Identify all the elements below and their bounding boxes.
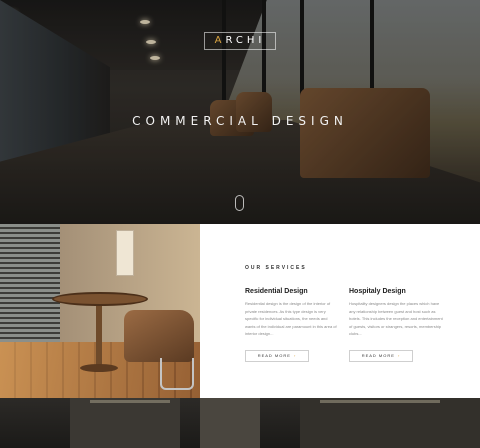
- chevron-right-icon: ›: [397, 353, 401, 358]
- hero-title: COMMERCIAL DESIGN: [132, 114, 348, 128]
- photo-table-top: [52, 292, 148, 306]
- mouse-scroll-icon[interactable]: [235, 195, 244, 211]
- site-logo[interactable]: ARCHI: [204, 32, 276, 50]
- service-description: Hospitality designers design the places …: [349, 301, 443, 336]
- photo-table-stem: [96, 306, 102, 366]
- services-section: OUR SERVICES Residential Design Resident…: [200, 224, 480, 398]
- preview-panel: [200, 398, 260, 448]
- service-card-residential: Residential Design Residential design is…: [245, 288, 339, 362]
- photo-artwork: [116, 230, 134, 276]
- photo-chair-frame: [160, 358, 194, 390]
- service-title: Residential Design: [245, 288, 308, 295]
- preview-panel: [300, 398, 480, 448]
- read-more-label: READ MORE: [257, 353, 291, 358]
- logo-accent-letter: A: [214, 35, 226, 46]
- photo-table-base: [80, 364, 118, 372]
- read-more-button[interactable]: READ MORE ›: [349, 350, 413, 362]
- read-more-label: READ MORE: [361, 353, 395, 358]
- service-card-hospitality: Hospitaly Design Hospitality designers d…: [349, 288, 443, 362]
- preview-light: [320, 400, 440, 403]
- preview-light: [90, 400, 170, 403]
- photo-blinds: [0, 224, 60, 344]
- logo-text: RCHI: [225, 35, 266, 46]
- chevron-right-icon: ›: [293, 353, 297, 358]
- service-description: Residential design is the design of the …: [245, 301, 337, 336]
- hero-section: ARCHI COMMERCIAL DESIGN: [0, 0, 480, 224]
- photo-chair: [124, 310, 194, 362]
- preview-panel: [70, 398, 180, 448]
- service-title: Hospitaly Design: [349, 288, 406, 295]
- services-photo: [0, 224, 200, 398]
- next-section-preview: [0, 398, 480, 448]
- services-heading: OUR SERVICES: [245, 265, 307, 271]
- read-more-button[interactable]: READ MORE ›: [245, 350, 309, 362]
